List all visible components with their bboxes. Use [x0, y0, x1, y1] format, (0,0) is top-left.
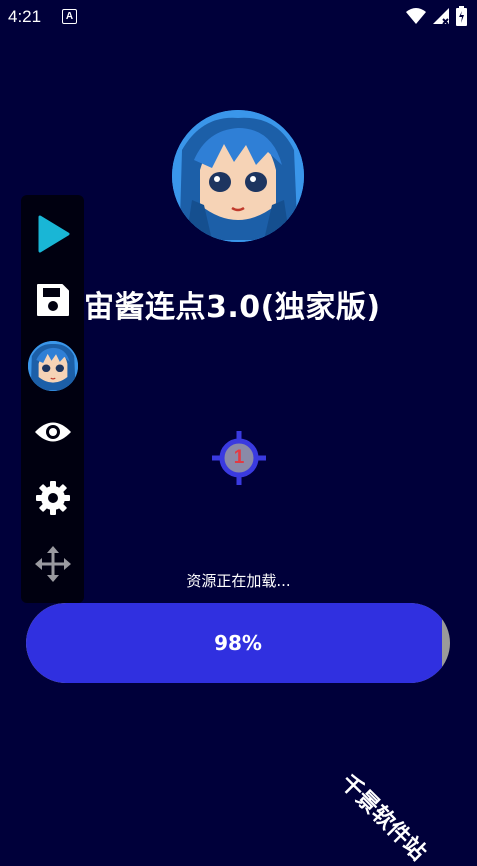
view-button[interactable] [21, 407, 84, 457]
play-icon [38, 215, 69, 253]
play-button[interactable] [21, 209, 84, 259]
floating-toolbar [21, 195, 84, 603]
app-title: 宙酱连点3.0(独家版) [84, 290, 381, 325]
status-time: 4:21 [8, 7, 42, 26]
status-bar: 4:21 A [0, 0, 477, 34]
wifi-icon [406, 8, 426, 24]
gear-icon [35, 481, 70, 515]
status-icons [406, 6, 467, 26]
anime-avatar-icon [172, 110, 304, 242]
battery-icon [456, 6, 467, 26]
move-handle[interactable] [21, 539, 84, 589]
move-icon [34, 546, 71, 582]
a-icon: A [62, 9, 77, 24]
loading-progress-bar: 98% [26, 603, 450, 683]
save-icon [36, 284, 69, 316]
eye-icon [34, 422, 71, 442]
click-target[interactable]: 1 [212, 431, 266, 485]
watermark: 千景软件站 [335, 770, 431, 866]
click-target-number: 1 [233, 447, 245, 468]
progress-label: 98% [214, 631, 262, 655]
avatar-icon [27, 341, 78, 391]
signal-icon [433, 8, 449, 25]
settings-button[interactable] [21, 473, 84, 523]
save-button[interactable] [21, 275, 84, 325]
avatar-button[interactable] [21, 341, 84, 391]
